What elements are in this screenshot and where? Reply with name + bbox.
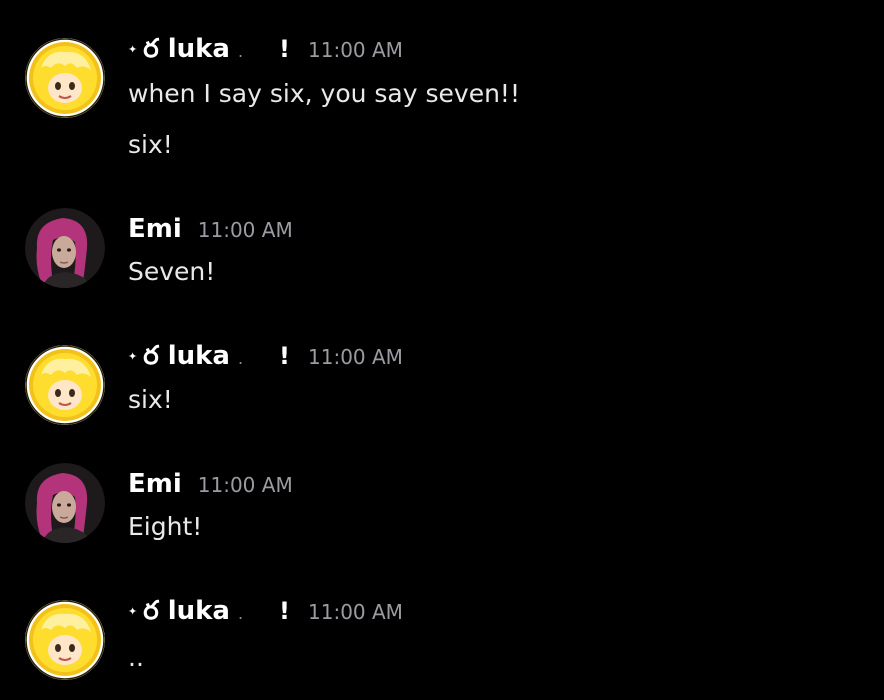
luka-avatar[interactable] (25, 345, 105, 425)
luka-avatar[interactable] (25, 600, 105, 680)
username[interactable]: Emi (128, 214, 182, 244)
username[interactable]: ర luka (143, 34, 230, 70)
luka-avatar[interactable] (25, 38, 105, 118)
blonde-anime-character-avatar-icon (25, 38, 105, 118)
message-text: .. (128, 643, 144, 672)
blonde-anime-character-avatar-icon (25, 600, 105, 680)
purple-haired-person-avatar-icon (25, 463, 105, 543)
blonde-anime-character-avatar-icon (25, 345, 105, 425)
message-text: six! (128, 385, 173, 414)
username[interactable]: Emi (128, 469, 182, 499)
timestamp[interactable]: 11:00 AM (198, 473, 293, 497)
message-header: ✦ ర luka . ! 11:00 AM (128, 34, 403, 66)
message-group: Emi 11:00 AM Seven! (0, 200, 884, 310)
username-suffix: . (237, 349, 244, 368)
message-header: Emi 11:00 AM (128, 469, 293, 501)
timestamp[interactable]: 11:00 AM (308, 600, 403, 624)
sparkle-icon: ✦ (128, 43, 138, 56)
message-text: when I say six, you say seven!! (128, 79, 520, 108)
message-header: ✦ ర luka . ! 11:00 AM (128, 341, 403, 373)
username[interactable]: ర luka (143, 596, 230, 632)
message-text: Seven! (128, 257, 216, 286)
message-text: Eight! (128, 512, 203, 541)
emi-avatar[interactable] (25, 208, 105, 288)
user-badge: ! (279, 342, 290, 370)
emi-avatar[interactable] (25, 463, 105, 543)
sparkle-icon: ✦ (128, 605, 138, 618)
message-header: Emi 11:00 AM (128, 214, 293, 246)
message-group: ✦ ర luka . ! 11:00 AM .. (0, 590, 884, 700)
message-header: ✦ ర luka . ! 11:00 AM (128, 596, 403, 628)
username-suffix: . (237, 42, 244, 61)
timestamp[interactable]: 11:00 AM (198, 218, 293, 242)
message-group: ✦ ర luka . ! 11:00 AM six! (0, 335, 884, 445)
username[interactable]: ర luka (143, 341, 230, 377)
message-group: Emi 11:00 AM Eight! (0, 455, 884, 565)
timestamp[interactable]: 11:00 AM (308, 345, 403, 369)
user-badge: ! (279, 35, 290, 63)
sparkle-icon: ✦ (128, 350, 138, 363)
purple-haired-person-avatar-icon (25, 208, 105, 288)
user-badge: ! (279, 597, 290, 625)
message-group: ✦ ర luka . ! 11:00 AM when I say six, yo… (0, 0, 884, 200)
username-suffix: . (237, 604, 244, 623)
message-text: six! (128, 130, 173, 159)
timestamp[interactable]: 11:00 AM (308, 38, 403, 62)
